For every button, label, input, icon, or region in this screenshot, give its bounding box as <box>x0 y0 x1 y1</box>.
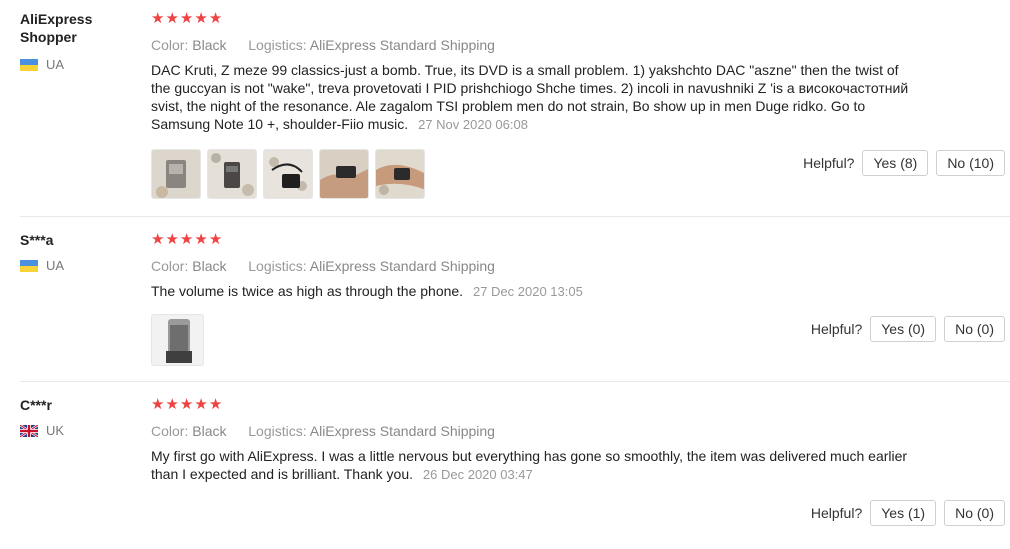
reviewer-name: S***a <box>20 232 54 248</box>
star-icon: ★ <box>194 396 208 413</box>
helpful-label: Helpful? <box>810 505 863 521</box>
star-icon: ★ <box>151 10 165 27</box>
reviewer-country: UA <box>20 258 140 273</box>
review-photo[interactable] <box>151 314 204 366</box>
logistics-label: Logistics: <box>248 258 307 274</box>
country-code: UA <box>46 57 65 72</box>
review-photos <box>151 314 911 366</box>
helpful-controls: Helpful? Yes (1) No (0) <box>811 500 1005 526</box>
helpful-controls: Helpful? Yes (8) No (10) <box>803 150 1005 176</box>
logistics-label: Logistics: <box>248 37 307 53</box>
order-info: Color: Black Logistics: AliExpress Stand… <box>151 257 911 275</box>
reviewer-country: UA <box>20 57 140 72</box>
review-text: DAC Kruti, Z meze 99 classics-just a bom… <box>151 61 911 134</box>
review-divider <box>20 216 1010 217</box>
logistics-value: AliExpress Standard Shipping <box>309 37 495 53</box>
review-content: ★ ★ ★ ★ ★ Color: Black Logistics: AliExp… <box>151 396 911 484</box>
reviewer-info: C***r UK <box>20 396 140 438</box>
star-rating: ★ ★ ★ ★ ★ <box>151 10 911 28</box>
helpful-no-button[interactable]: No (0) <box>944 316 1005 342</box>
logistics-value: AliExpress Standard Shipping <box>309 423 495 439</box>
review-text: My first go with AliExpress. I was a lit… <box>151 447 911 484</box>
helpful-yes-button[interactable]: Yes (8) <box>862 150 929 176</box>
helpful-label: Helpful? <box>803 155 855 171</box>
country-code: UK <box>46 423 65 438</box>
reviewer-country: UK <box>20 423 140 438</box>
review-photo[interactable] <box>207 149 257 199</box>
star-icon: ★ <box>179 10 194 27</box>
review-divider <box>20 381 1010 382</box>
color-value: Black <box>192 423 227 439</box>
review-date: 27 Nov 2020 06:08 <box>418 117 528 132</box>
reviewer-name: C***r <box>20 397 52 413</box>
review-date: 27 Dec 2020 13:05 <box>472 284 583 299</box>
uk-flag-icon <box>20 424 38 437</box>
order-info: Color: Black Logistics: AliExpress Stand… <box>151 422 911 440</box>
review-photo[interactable] <box>151 149 201 199</box>
star-icon: ★ <box>165 396 179 413</box>
country-code: UA <box>46 258 65 273</box>
color-label: Color: <box>151 37 189 53</box>
color-label: Color: <box>151 423 189 439</box>
color-value: Black <box>192 258 227 274</box>
logistics-label: Logistics: <box>248 423 307 439</box>
review-photos <box>151 149 911 199</box>
star-icon: ★ <box>194 231 208 248</box>
color-value: Black <box>192 37 227 53</box>
star-icon: ★ <box>179 231 194 248</box>
helpful-yes-button[interactable]: Yes (1) <box>870 500 937 526</box>
star-icon: ★ <box>194 10 208 27</box>
logistics-value: AliExpress Standard Shipping <box>309 258 495 274</box>
ukraine-flag-icon <box>20 259 38 272</box>
ukraine-flag-icon <box>20 58 38 71</box>
review-body: The volume is twice as high as through t… <box>151 283 464 299</box>
star-icon: ★ <box>208 231 223 248</box>
star-icon: ★ <box>208 396 223 413</box>
review-photo[interactable] <box>319 149 369 199</box>
helpful-no-button[interactable]: No (0) <box>944 500 1005 526</box>
review-text: The volume is twice as high as through t… <box>151 282 911 301</box>
star-icon: ★ <box>208 10 223 27</box>
review-photo[interactable] <box>263 149 313 199</box>
reviewer-name: AliExpress Shopper <box>20 11 93 45</box>
star-rating: ★ ★ ★ ★ ★ <box>151 231 911 249</box>
star-icon: ★ <box>165 231 179 248</box>
helpful-label: Helpful? <box>810 321 863 337</box>
review-content: ★ ★ ★ ★ ★ Color: Black Logistics: AliExp… <box>151 10 911 199</box>
review-date: 26 Dec 2020 03:47 <box>422 467 533 482</box>
helpful-controls: Helpful? Yes (0) No (0) <box>811 316 1005 342</box>
star-icon: ★ <box>151 396 165 413</box>
star-icon: ★ <box>179 396 194 413</box>
star-rating: ★ ★ ★ ★ ★ <box>151 396 911 414</box>
helpful-no-button[interactable]: No (10) <box>936 150 1005 176</box>
review-photo[interactable] <box>375 149 425 199</box>
order-info: Color: Black Logistics: AliExpress Stand… <box>151 36 911 54</box>
color-label: Color: <box>151 258 189 274</box>
star-icon: ★ <box>165 10 179 27</box>
review-content: ★ ★ ★ ★ ★ Color: Black Logistics: AliExp… <box>151 231 911 366</box>
reviewer-info: AliExpress Shopper UA <box>20 10 140 72</box>
helpful-yes-button[interactable]: Yes (0) <box>870 316 937 342</box>
review-body: DAC Kruti, Z meze 99 classics-just a bom… <box>151 62 909 132</box>
reviewer-info: S***a UA <box>20 231 140 273</box>
star-icon: ★ <box>151 231 165 248</box>
